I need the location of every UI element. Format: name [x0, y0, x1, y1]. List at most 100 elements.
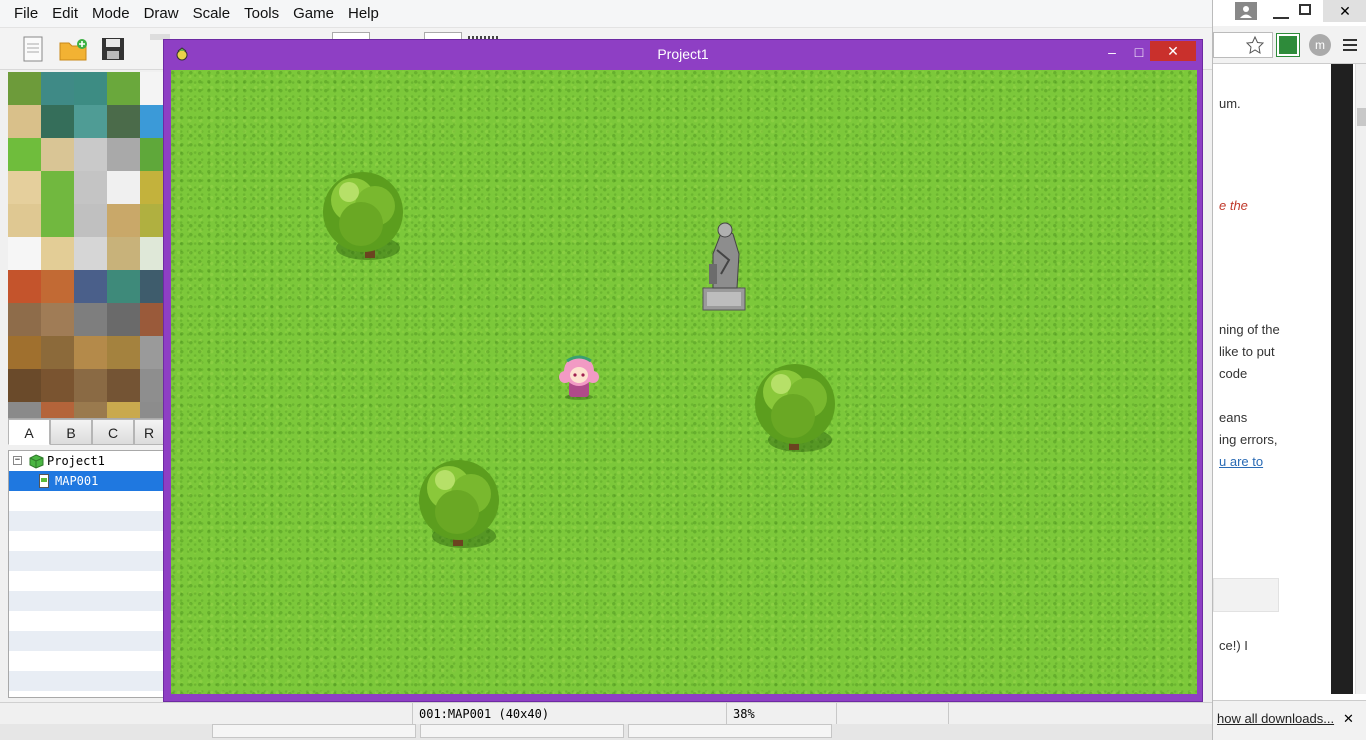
tile[interactable] — [41, 303, 74, 336]
tile[interactable] — [41, 171, 74, 204]
tile[interactable] — [74, 336, 107, 369]
tile[interactable] — [107, 303, 140, 336]
browser-close-button[interactable]: ✕ — [1323, 0, 1366, 22]
tile[interactable] — [8, 303, 41, 336]
download-bar-close-button[interactable]: ✕ — [1343, 711, 1354, 727]
tab-a[interactable]: A — [8, 419, 50, 445]
tile[interactable] — [107, 105, 140, 138]
tile[interactable] — [41, 369, 74, 402]
star-icon[interactable] — [1245, 35, 1265, 55]
tile[interactable] — [74, 105, 107, 138]
tile[interactable] — [74, 171, 107, 204]
tile[interactable] — [8, 171, 41, 204]
tile[interactable] — [8, 270, 41, 303]
tile[interactable] — [8, 369, 41, 402]
tile[interactable] — [107, 402, 140, 418]
game-canvas[interactable] — [171, 70, 1197, 694]
tile[interactable] — [74, 204, 107, 237]
tile[interactable] — [140, 270, 164, 303]
map-tree: − Project1 MAP001 — [8, 450, 164, 698]
map-icon — [39, 474, 49, 488]
collapse-icon[interactable]: − — [13, 456, 22, 465]
extension-m-icon[interactable]: m — [1309, 34, 1331, 56]
scrollbar[interactable] — [1355, 64, 1366, 694]
tile[interactable] — [140, 105, 164, 138]
tile[interactable] — [107, 204, 140, 237]
tile[interactable] — [41, 402, 74, 418]
tile[interactable] — [107, 336, 140, 369]
tile[interactable] — [140, 72, 164, 105]
menu-mode[interactable]: Mode — [85, 0, 137, 28]
close-button[interactable]: ✕ — [1150, 41, 1196, 61]
browser-minimize-button[interactable] — [1273, 3, 1289, 19]
tile[interactable] — [41, 105, 74, 138]
tile[interactable] — [8, 402, 41, 418]
new-project-button[interactable] — [18, 34, 48, 64]
tile[interactable] — [107, 171, 140, 204]
maximize-button[interactable]: □ — [1126, 42, 1152, 62]
menu-edit[interactable]: Edit — [45, 0, 85, 28]
menu-scale[interactable]: Scale — [186, 0, 238, 28]
tab-c[interactable]: C — [92, 419, 134, 445]
menu-tools[interactable]: Tools — [237, 0, 286, 28]
tree-item-map001[interactable]: MAP001 — [9, 471, 163, 491]
save-project-button[interactable] — [98, 34, 128, 64]
tile[interactable] — [140, 303, 164, 336]
show-all-downloads-link[interactable]: how all downloads... — [1217, 711, 1334, 726]
tile[interactable] — [74, 270, 107, 303]
tile[interactable] — [140, 204, 164, 237]
tile[interactable] — [107, 138, 140, 171]
menu-game[interactable]: Game — [286, 0, 341, 28]
tile[interactable] — [41, 72, 74, 105]
extension-icon[interactable] — [1276, 33, 1300, 57]
tile[interactable] — [74, 237, 107, 270]
menu-file[interactable]: File — [0, 0, 45, 28]
tile[interactable] — [140, 336, 164, 369]
open-project-button[interactable] — [58, 34, 88, 64]
tile[interactable] — [107, 369, 140, 402]
tile[interactable] — [140, 171, 164, 204]
tile[interactable] — [41, 204, 74, 237]
browser-restore-button[interactable] — [1299, 4, 1311, 15]
tile[interactable] — [8, 105, 41, 138]
menu-draw[interactable]: Draw — [137, 0, 186, 28]
tile[interactable] — [74, 303, 107, 336]
tile[interactable] — [74, 402, 107, 418]
tab-b[interactable]: B — [50, 419, 92, 445]
tile[interactable] — [107, 270, 140, 303]
tile[interactable] — [140, 402, 164, 418]
page-text: ning of the — [1219, 322, 1280, 337]
tile[interactable] — [8, 204, 41, 237]
minimize-button[interactable]: – — [1098, 42, 1126, 62]
download-item[interactable] — [628, 724, 832, 738]
tile[interactable] — [140, 237, 164, 270]
scrollbar-thumb[interactable] — [1357, 108, 1366, 126]
download-item[interactable] — [420, 724, 624, 738]
tile[interactable] — [140, 138, 164, 171]
tile[interactable] — [8, 237, 41, 270]
profile-icon[interactable] — [1235, 2, 1257, 20]
tile[interactable] — [41, 237, 74, 270]
page-link[interactable]: u are to — [1219, 454, 1263, 469]
browser-titlebar[interactable]: ✕ — [1213, 0, 1366, 26]
tile[interactable] — [107, 72, 140, 105]
tile[interactable] — [8, 138, 41, 171]
game-titlebar[interactable]: Project1 – □ ✕ — [164, 40, 1202, 70]
tile[interactable] — [8, 72, 41, 105]
tile[interactable] — [74, 369, 107, 402]
tab-r[interactable]: R — [134, 419, 164, 445]
tile[interactable] — [107, 237, 140, 270]
menu-hamburger-icon[interactable] — [1343, 37, 1359, 53]
tile[interactable] — [140, 369, 164, 402]
tileset-palette[interactable] — [8, 72, 164, 418]
tile[interactable] — [41, 138, 74, 171]
tile[interactable] — [74, 138, 107, 171]
tree-item-project[interactable]: − Project1 — [9, 451, 163, 471]
menu-help[interactable]: Help — [341, 0, 386, 28]
download-item[interactable] — [212, 724, 416, 738]
tile[interactable] — [41, 270, 74, 303]
tile[interactable] — [41, 336, 74, 369]
tree-empty-row — [9, 551, 163, 571]
tile[interactable] — [74, 72, 107, 105]
tile[interactable] — [8, 336, 41, 369]
